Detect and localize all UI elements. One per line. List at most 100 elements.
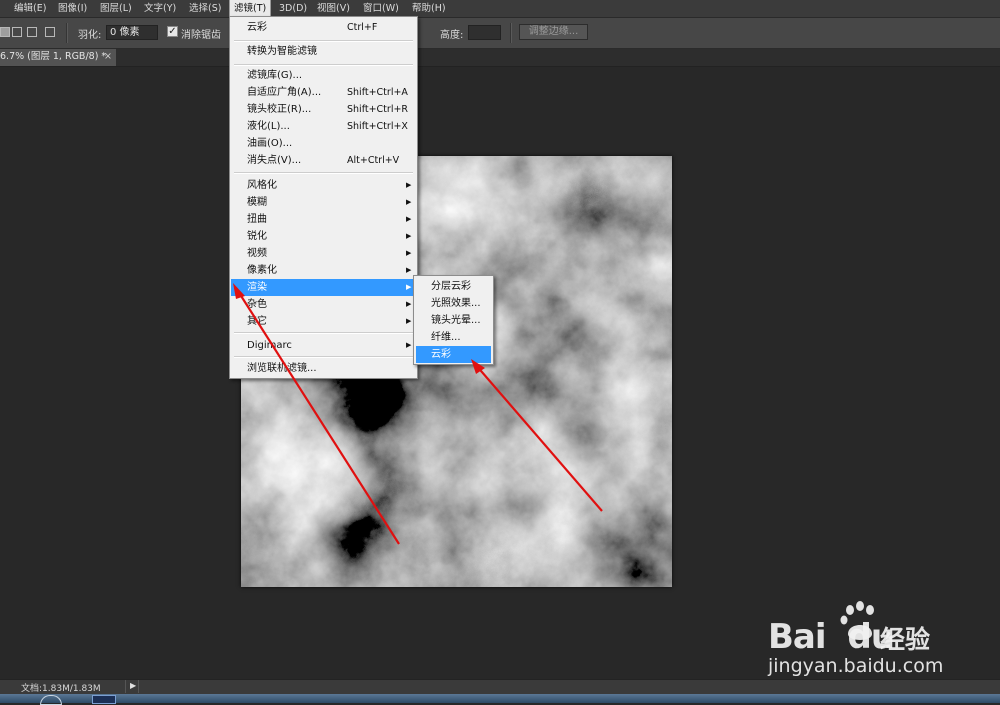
menu-item-vanishing-point[interactable]: 消失点(V)... Alt+Ctrl+V: [231, 152, 416, 169]
height-label: 高度:: [440, 30, 464, 41]
height-input[interactable]: [468, 25, 501, 40]
menu-item-label: 渲染: [247, 282, 267, 293]
menu-item-render[interactable]: 渲染 ▶: [231, 279, 416, 296]
new-selection-icon[interactable]: [0, 27, 10, 37]
watermark-brand: 经验: [880, 625, 931, 654]
submenu-item-label: 镜头光晕...: [431, 315, 481, 326]
menu-item-label: 滤镜库(G)...: [247, 70, 303, 81]
antialias-label: 消除锯齿: [181, 30, 221, 41]
menu-item-label: 转换为智能滤镜: [247, 46, 317, 57]
submenu-item-fibers[interactable]: 纤维...: [416, 329, 491, 346]
refine-edge-button[interactable]: 调整边缘...: [519, 24, 588, 40]
menu-item-oil-paint[interactable]: 油画(O)...: [231, 135, 416, 152]
subtract-from-selection-icon[interactable]: [27, 27, 37, 37]
menu-item-other[interactable]: 其它 ▶: [231, 313, 416, 330]
document-tab[interactable]: 6.7% (图层 1, RGB/8) * ×: [0, 49, 116, 66]
menu-item-label: 像素化: [247, 265, 277, 276]
submenu-arrow-icon: ▶: [406, 215, 412, 223]
menu-item-adaptive-wide-angle[interactable]: 自适应广角(A)... Shift+Ctrl+A: [231, 84, 416, 101]
menu-item-label: Digimarc: [247, 340, 292, 351]
submenu-item-lighting-effects[interactable]: 光照效果...: [416, 295, 491, 312]
menu-item-blur[interactable]: 模糊 ▶: [231, 194, 416, 211]
menu-window[interactable]: 窗口(W): [359, 0, 403, 17]
start-orb-icon[interactable]: [40, 695, 62, 705]
menu-select[interactable]: 选择(S): [185, 0, 225, 17]
menu-item-clouds-last[interactable]: 云彩 Ctrl+F: [231, 19, 416, 36]
menu-view[interactable]: 视图(V): [313, 0, 354, 17]
menu-type[interactable]: 文字(Y): [140, 0, 180, 17]
menu-image[interactable]: 图像(I): [54, 0, 91, 17]
filter-menu: 云彩 Ctrl+F 转换为智能滤镜 滤镜库(G)... 自适应广角(A)... …: [229, 16, 418, 379]
submenu-item-label: 纤维...: [431, 332, 461, 343]
menu-item-label: 风格化: [247, 180, 277, 191]
submenu-item-label: 光照效果...: [431, 298, 481, 309]
submenu-item-label: 云彩: [431, 349, 451, 360]
menu-layer[interactable]: 图层(L): [96, 0, 136, 17]
menu-item-distort[interactable]: 扭曲 ▶: [231, 211, 416, 228]
menu-item-pixelate[interactable]: 像素化 ▶: [231, 262, 416, 279]
menu-divider: [234, 332, 413, 334]
menu-item-shortcut: Shift+Ctrl+A: [347, 87, 408, 98]
menu-item-browse-online-filters[interactable]: 浏览联机滤镜...: [231, 360, 416, 377]
menu-item-shortcut: Shift+Ctrl+R: [347, 104, 409, 115]
intersect-selection-icon[interactable]: [45, 27, 55, 37]
menu-item-shortcut: Alt+Ctrl+V: [347, 155, 400, 166]
menu-item-sharpen[interactable]: 锐化 ▶: [231, 228, 416, 245]
menu-item-label: 液化(L)...: [247, 121, 290, 132]
menu-item-liquify[interactable]: 液化(L)... Shift+Ctrl+X: [231, 118, 416, 135]
watermark-url: jingyan.baidu.com: [768, 655, 944, 677]
menu-item-video[interactable]: 视频 ▶: [231, 245, 416, 262]
submenu-item-label: 分层云彩: [431, 281, 471, 292]
play-icon[interactable]: ▶: [130, 681, 136, 690]
submenu-item-clouds[interactable]: 云彩: [416, 346, 491, 363]
menu-divider: [234, 356, 413, 358]
submenu-item-lens-flare[interactable]: 镜头光晕...: [416, 312, 491, 329]
menu-item-stylize[interactable]: 风格化 ▶: [231, 177, 416, 194]
menu-divider: [234, 64, 413, 66]
submenu-arrow-icon: ▶: [406, 198, 412, 206]
menu-item-shortcut: Ctrl+F: [347, 22, 378, 33]
windows-taskbar: [0, 694, 1000, 705]
menu-item-label: 其它: [247, 316, 267, 327]
menu-item-convert-smart-filter[interactable]: 转换为智能滤镜: [231, 43, 416, 60]
submenu-arrow-icon: ▶: [406, 317, 412, 325]
submenu-item-difference-clouds[interactable]: 分层云彩: [416, 278, 491, 295]
menu-item-shortcut: Shift+Ctrl+X: [347, 121, 408, 132]
menu-item-label: 镜头校正(R)...: [247, 104, 312, 115]
toolbar-divider: [510, 23, 512, 43]
submenu-arrow-icon: ▶: [406, 232, 412, 240]
submenu-arrow-icon: ▶: [406, 300, 412, 308]
menu-item-noise[interactable]: 杂色 ▶: [231, 296, 416, 313]
submenu-arrow-icon: ▶: [406, 341, 412, 349]
menu-item-filter-gallery[interactable]: 滤镜库(G)...: [231, 67, 416, 84]
document-size-info: 文档:1.83M/1.83M: [21, 684, 101, 694]
feather-input[interactable]: 0 像素: [106, 25, 158, 40]
status-bar: 文档:1.83M/1.83M ▶: [0, 679, 1000, 694]
menu-item-label: 杂色: [247, 299, 267, 310]
menu-item-label: 自适应广角(A)...: [247, 87, 322, 98]
menu-edit[interactable]: 编辑(E): [10, 0, 50, 17]
menu-item-label: 油画(O)...: [247, 138, 293, 149]
document-tab-row: 6.7% (图层 1, RGB/8) * ×: [0, 49, 1000, 67]
add-to-selection-icon[interactable]: [12, 27, 22, 37]
options-bar: 羽化: 0 像素 ✓ 消除锯齿 高度: 调整边缘...: [0, 18, 1000, 49]
menu-item-label: 视频: [247, 248, 267, 259]
close-icon[interactable]: ×: [104, 49, 112, 65]
submenu-arrow-icon: ▶: [406, 266, 412, 274]
menu-item-label: 模糊: [247, 197, 267, 208]
menu-item-label: 浏览联机滤镜...: [247, 363, 317, 374]
menu-divider: [234, 40, 413, 42]
submenu-arrow-icon: ▶: [406, 249, 412, 257]
menu-item-label: 锐化: [247, 231, 267, 242]
menu-item-digimarc[interactable]: Digimarc ▶: [231, 337, 416, 354]
menu-help[interactable]: 帮助(H): [408, 0, 450, 17]
submenu-arrow-icon: ▶: [406, 181, 412, 189]
menu-item-label: 云彩: [247, 22, 267, 33]
feather-label: 羽化:: [78, 30, 102, 41]
paw-icon: [840, 601, 874, 640]
menu-3d[interactable]: 3D(D): [275, 0, 311, 17]
menu-divider: [234, 172, 413, 174]
antialias-checkbox[interactable]: ✓: [167, 26, 178, 37]
menu-item-lens-correction[interactable]: 镜头校正(R)... Shift+Ctrl+R: [231, 101, 416, 118]
menu-bar: 编辑(E) 图像(I) 图层(L) 文字(Y) 选择(S) 滤镜(T) 3D(D…: [0, 0, 1000, 18]
